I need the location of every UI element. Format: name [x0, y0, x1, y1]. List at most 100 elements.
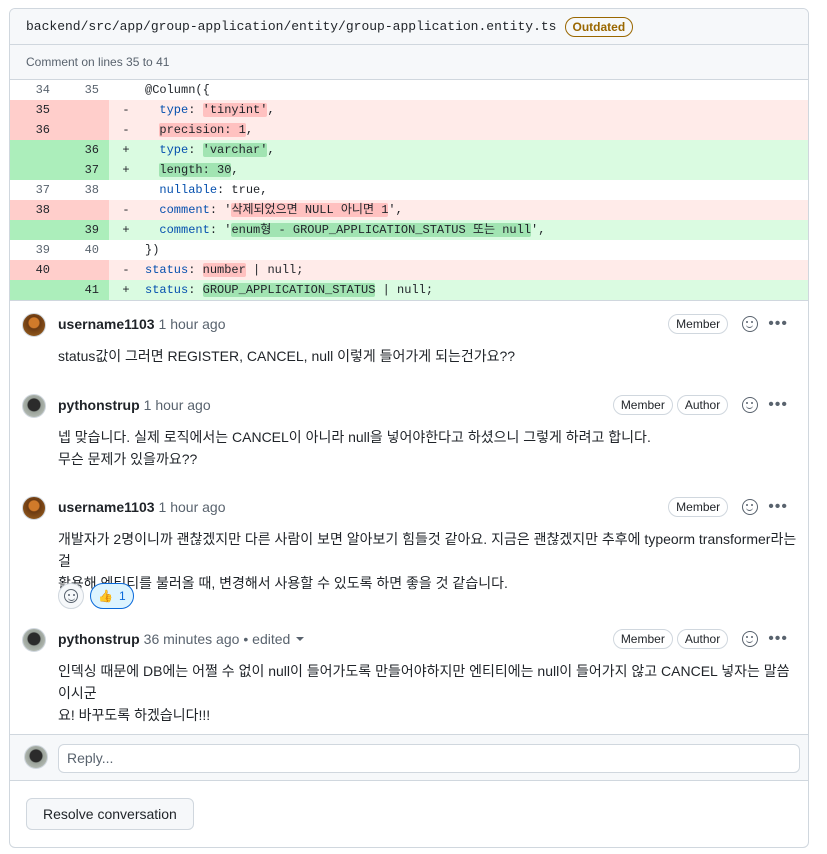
new-line-number: 40: [84, 243, 99, 257]
reaction-count: 1: [118, 589, 126, 603]
new-line-number: 38: [84, 183, 99, 197]
comment-author[interactable]: username1103: [58, 499, 155, 515]
diff-sign: -: [122, 263, 130, 277]
diff-line: 36 - precision: 1,: [10, 120, 808, 140]
smiley-icon: [742, 631, 759, 647]
diff-line: 40 - status: number | null;: [10, 260, 808, 280]
new-line-number: 37: [60, 160, 109, 180]
more-options-icon[interactable]: •••: [768, 314, 788, 334]
comment-header: pythonstrup 36 minutes ago • edited: [58, 629, 305, 649]
avatar[interactable]: [22, 496, 46, 520]
old-line-number: 37: [35, 183, 50, 197]
comment-text: 활용해 엔티티를 불러올 때, 변경해서 사용할 수 있도록 하면 좋을 것 같…: [58, 575, 508, 591]
code-line: }): [145, 243, 160, 257]
old-line-number: 34: [35, 83, 50, 97]
edited-dropdown[interactable]: • edited: [243, 631, 305, 647]
more-options-icon[interactable]: •••: [768, 629, 788, 649]
comment-header: username1103 1 hour ago: [58, 314, 225, 334]
more-options-icon[interactable]: •••: [768, 395, 788, 415]
member-badge: Member: [668, 314, 729, 334]
avatar: [24, 745, 48, 769]
review-thread-card: backend/src/app/group-application/entity…: [9, 8, 809, 848]
diff-line: 41 + status: GROUP_APPLICATION_STATUS | …: [10, 280, 808, 300]
add-reaction-button[interactable]: [740, 497, 760, 517]
comment-text: 넵 맞습니다. 실제 로직에서는 CANCEL이 아니라 null을 넣어야한다…: [58, 429, 651, 445]
old-line-number: 38: [10, 200, 60, 220]
old-line-number: [10, 280, 60, 300]
new-line-number: [60, 100, 109, 120]
file-path[interactable]: backend/src/app/group-application/entity…: [26, 19, 557, 34]
add-reaction-button[interactable]: [740, 314, 760, 334]
reactions: 👍 1: [58, 583, 134, 609]
comment-time[interactable]: 1 hour ago: [159, 316, 226, 332]
diff-line: 37 + length: 30,: [10, 160, 808, 180]
avatar[interactable]: [22, 394, 46, 418]
comment-body: 개발자가 2명이니까 괜찮겠지만 다른 사람이 보면 알아보기 힘들것 같아요.…: [58, 528, 798, 594]
smiley-icon: [742, 316, 759, 332]
smiley-icon: [742, 397, 759, 413]
more-options-icon[interactable]: •••: [768, 497, 788, 517]
comment-actions: Member Author •••: [612, 395, 788, 415]
comment-text: 개발자가 2명이니까 괜찮겠지만 다른 사람이 보면 알아보기 힘들것 같아요.…: [58, 531, 797, 569]
diff-line: 39 40 }): [10, 240, 808, 260]
old-line-number: 35: [10, 100, 60, 120]
thumbs-up-icon: 👍: [98, 589, 113, 603]
reply-input[interactable]: Reply...: [58, 744, 800, 773]
add-reaction-button[interactable]: [58, 583, 84, 609]
avatar[interactable]: [22, 628, 46, 652]
code-line: type: 'varchar',: [159, 143, 275, 157]
new-line-number: 36: [60, 140, 109, 160]
reply-bar: Reply...: [10, 734, 808, 781]
diff-line: 39 + comment: 'enum형 - GROUP_APPLICATION…: [10, 220, 808, 240]
diff-sign: [109, 240, 133, 260]
chevron-down-icon: [296, 637, 305, 641]
diff-line: 36 + type: 'varchar',: [10, 140, 808, 160]
comment-lines-label: Comment on lines 35 to 41: [10, 45, 808, 80]
member-badge: Member: [612, 395, 673, 415]
comment-author[interactable]: pythonstrup: [58, 397, 140, 413]
edited-label: • edited: [243, 631, 291, 647]
member-badge: Member: [612, 629, 673, 649]
diff-line: 37 38 nullable: true,: [10, 180, 808, 200]
diff-sign: -: [122, 103, 130, 117]
add-reaction-button[interactable]: [740, 395, 760, 415]
thumbs-up-reaction[interactable]: 👍 1: [90, 583, 134, 609]
diff-sign: +: [122, 143, 130, 157]
comment-time[interactable]: 1 hour ago: [144, 397, 211, 413]
new-line-number: [60, 260, 109, 280]
diff-sign: +: [122, 223, 130, 237]
comment-time[interactable]: 1 hour ago: [159, 499, 226, 515]
diff-line: 34 35 @Column({: [10, 80, 808, 100]
author-badge: Author: [676, 395, 729, 415]
resolve-conversation-button[interactable]: Resolve conversation: [26, 798, 194, 830]
member-badge: Member: [668, 497, 729, 517]
comment-author[interactable]: pythonstrup: [58, 631, 140, 647]
old-line-number: [10, 160, 60, 180]
old-line-number: 39: [35, 243, 50, 257]
outdated-badge: Outdated: [564, 16, 634, 37]
file-header: backend/src/app/group-application/entity…: [10, 9, 808, 45]
new-line-number: 35: [84, 83, 99, 97]
comment-time[interactable]: 36 minutes ago: [144, 631, 240, 647]
comment-text: status값이 그러면 REGISTER, CANCEL, null 이렇게 …: [58, 348, 516, 364]
comment-actions: Member Author •••: [612, 629, 788, 649]
new-line-number: 41: [60, 280, 109, 300]
diff-sign: +: [122, 283, 130, 297]
old-line-number: [10, 220, 60, 240]
diff-sign: -: [122, 123, 130, 137]
code-line: length: 30,: [159, 163, 239, 177]
code-line: status: number | null;: [145, 263, 304, 277]
comment-text: 무슨 문제가 있을까요??: [58, 451, 198, 467]
diff-sign: -: [122, 203, 130, 217]
comment-actions: Member •••: [668, 497, 788, 517]
code-line: precision: 1,: [159, 123, 254, 137]
avatar[interactable]: [22, 313, 46, 337]
add-reaction-button[interactable]: [740, 629, 760, 649]
old-line-number: 40: [10, 260, 60, 280]
diff-line: 38 - comment: '삭제되었으면 NULL 아니면 1',: [10, 200, 808, 220]
diff-line: 35 - type: 'tinyint',: [10, 100, 808, 120]
old-line-number: [10, 140, 60, 160]
comment-body: 인덱싱 때문에 DB에는 어쩔 수 없이 null이 들어가도록 만들어야하지만…: [58, 660, 798, 726]
comment-header: pythonstrup 1 hour ago: [58, 395, 211, 415]
comment-author[interactable]: username1103: [58, 316, 155, 332]
